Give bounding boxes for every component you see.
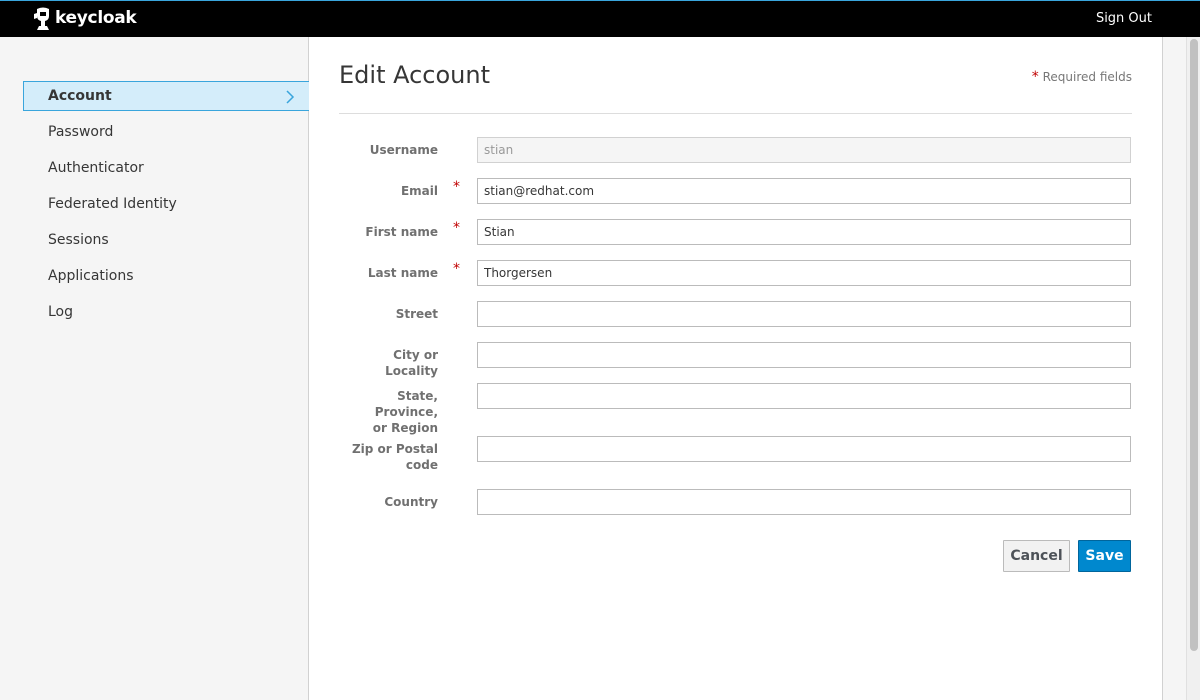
sign-out-link[interactable]: Sign Out (1096, 11, 1152, 26)
sidebar-item-label: Password (48, 124, 114, 140)
country-field[interactable] (477, 489, 1131, 515)
sidebar-item-label: Applications (48, 268, 134, 284)
sidebar-item-label: Authenticator (48, 160, 144, 176)
title-divider (339, 113, 1132, 114)
vertical-scrollbar[interactable] (1186, 37, 1200, 700)
cancel-button[interactable]: Cancel (1003, 540, 1070, 572)
scrollbar-thumb[interactable] (1190, 39, 1198, 651)
email-label: Email (400, 184, 438, 198)
sidebar-item-authenticator[interactable]: Authenticator (23, 153, 309, 183)
last-name-field[interactable] (477, 260, 1131, 286)
state-label-line2: or Region (372, 421, 438, 435)
last-name-label: Last name (367, 266, 438, 280)
right-gutter (1162, 37, 1186, 700)
top-navbar: keycloak Sign Out (0, 0, 1200, 37)
sidebar-item-label: Log (48, 304, 74, 320)
username-label: Username (369, 143, 438, 157)
sidebar-item-applications[interactable]: Applications (23, 261, 309, 291)
city-field[interactable] (477, 342, 1131, 368)
sidebar-item-label: Account (48, 88, 112, 104)
sidebar: Account Password Authenticator Federated… (0, 37, 309, 700)
country-label: Country (384, 495, 438, 509)
required-note-text: Required fields (1042, 70, 1132, 84)
page-title: Edit Account (339, 61, 491, 89)
sidebar-item-label: Federated Identity (48, 196, 177, 212)
sidebar-nav: Account Password Authenticator Federated… (23, 81, 309, 333)
state-label-line1: State, Province, (374, 389, 438, 419)
email-field[interactable] (477, 178, 1131, 204)
username-field[interactable] (477, 137, 1131, 163)
main-content: Edit Account * Required fields Username … (309, 37, 1162, 700)
required-star: * (453, 179, 460, 195)
brand-name: keycloak (55, 8, 137, 28)
state-field[interactable] (477, 383, 1131, 409)
city-label: City or Locality (385, 348, 438, 378)
required-star: * (453, 261, 460, 277)
sidebar-item-password[interactable]: Password (23, 117, 309, 147)
sidebar-item-sessions[interactable]: Sessions (23, 225, 309, 255)
zip-field[interactable] (477, 436, 1131, 462)
required-star: * (1031, 69, 1039, 85)
save-button[interactable]: Save (1078, 540, 1131, 572)
sidebar-item-log[interactable]: Log (23, 297, 309, 327)
sidebar-item-federated-identity[interactable]: Federated Identity (23, 189, 309, 219)
state-label: State, Province, or Region (339, 388, 438, 436)
zip-label-line1: Zip or Postal (351, 442, 438, 456)
street-label: Street (395, 307, 438, 321)
sidebar-item-label: Sessions (48, 232, 109, 248)
sidebar-item-account[interactable]: Account (23, 81, 309, 111)
chevron-right-icon (285, 90, 295, 104)
first-name-label: First name (365, 225, 438, 239)
required-star: * (453, 220, 460, 236)
keycloak-logo[interactable]: keycloak (33, 6, 137, 30)
first-name-field[interactable] (477, 219, 1131, 245)
zip-label-line2: code (405, 458, 438, 472)
zip-label: Zip or Postal code (339, 441, 438, 473)
required-fields-note: * Required fields (1032, 69, 1132, 85)
keycloak-logo-icon (33, 6, 53, 30)
street-field[interactable] (477, 301, 1131, 327)
